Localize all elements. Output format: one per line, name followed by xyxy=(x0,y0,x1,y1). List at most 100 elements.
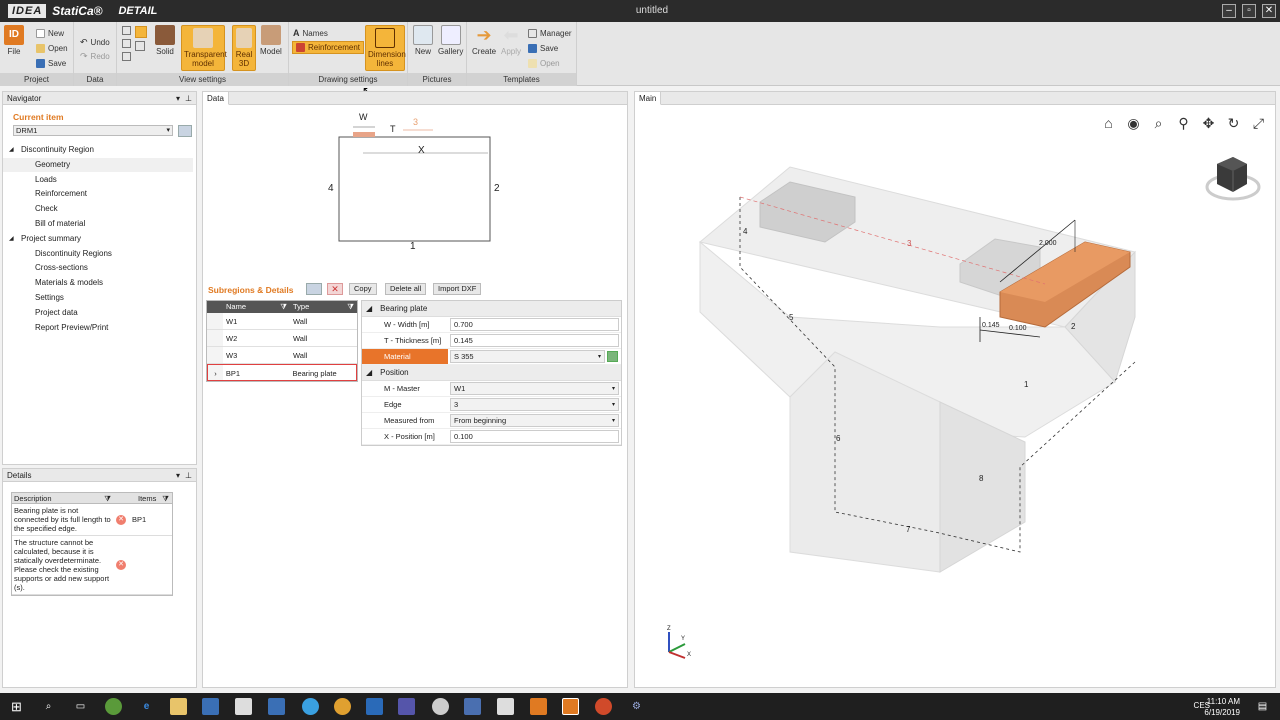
edge-select[interactable]: 3 ▾ xyxy=(450,398,619,411)
app-icon-navy[interactable] xyxy=(464,698,481,715)
pin-icon[interactable]: ⊥ xyxy=(185,92,192,105)
table-row[interactable]: W2 Wall xyxy=(207,330,357,347)
skype-icon[interactable] xyxy=(302,698,319,715)
zoom-icon[interactable]: ⚲ xyxy=(1175,115,1192,132)
save-app-icon[interactable] xyxy=(268,698,285,715)
import-dxf-button[interactable]: Import DXF xyxy=(433,283,482,295)
app-icon-blue[interactable] xyxy=(398,698,415,715)
redo-button[interactable]: ↷ Redo xyxy=(80,50,110,62)
gallery-button[interactable]: Gallery xyxy=(438,25,463,56)
outlook-icon[interactable] xyxy=(366,698,383,715)
thickness-input[interactable]: 0.145 xyxy=(450,334,619,347)
powerpoint-icon[interactable] xyxy=(595,698,612,715)
expand-icon[interactable]: ◢ xyxy=(9,232,14,246)
reinforcement-toggle[interactable]: Reinforcement xyxy=(292,41,365,54)
settings-gear-icon[interactable]: ⚙ xyxy=(628,698,645,715)
expand-icon[interactable]: ◢ xyxy=(9,143,14,157)
items-column-header[interactable]: Items ⧩ xyxy=(114,493,172,503)
new-picture-button[interactable]: New xyxy=(413,25,433,56)
tree-group[interactable]: ◢ Project summary xyxy=(3,232,193,246)
open-template-button[interactable]: Open xyxy=(528,57,560,69)
tree-item[interactable]: Check xyxy=(3,202,193,216)
transparent-model-button[interactable]: Transparent model xyxy=(181,25,227,71)
tree-item[interactable]: Materials & models xyxy=(3,276,193,290)
new-button[interactable]: New xyxy=(36,27,64,39)
tab-main[interactable]: Main xyxy=(635,92,662,105)
idea-statica-icon[interactable] xyxy=(530,698,547,715)
type-column-header[interactable]: Type ⧩ xyxy=(290,301,357,313)
save-template-button[interactable]: Save xyxy=(528,42,558,54)
real-3d-button[interactable]: Real 3D xyxy=(232,25,256,71)
tree-item[interactable]: Report Preview/Print xyxy=(3,321,193,335)
app-icon-green[interactable] xyxy=(105,698,122,715)
chrome-icon[interactable] xyxy=(334,698,351,715)
solid-button[interactable]: Solid xyxy=(155,25,175,56)
add-subregion-button[interactable] xyxy=(306,283,322,295)
position-section[interactable]: ◢ Position xyxy=(362,365,621,381)
apply-template-button[interactable]: ⬅ Apply xyxy=(501,25,521,56)
tree-item[interactable]: Geometry xyxy=(3,157,193,172)
windows-start-icon[interactable]: ⊞ xyxy=(8,698,25,715)
file-button[interactable]: ID File xyxy=(4,25,24,56)
tree-item[interactable]: Settings xyxy=(3,291,193,305)
filter-icon[interactable]: ⧩ xyxy=(162,493,169,504)
mail-icon[interactable] xyxy=(235,698,252,715)
tree-item[interactable]: Bill of material xyxy=(3,217,193,231)
dropdown-arrow-icon[interactable]: ▾ xyxy=(176,469,180,482)
names-button[interactable]: A Names xyxy=(293,27,328,39)
home-icon[interactable]: ⌂ xyxy=(1100,115,1117,132)
app-icon-light[interactable] xyxy=(497,698,514,715)
edge-browser-icon[interactable]: e xyxy=(138,698,155,715)
master-select[interactable]: W1 ▾ xyxy=(450,382,619,395)
current-item-select[interactable]: DRM1 ▾ xyxy=(13,125,173,136)
app-icon-grey[interactable] xyxy=(432,698,449,715)
store-icon[interactable] xyxy=(202,698,219,715)
pan-icon[interactable]: ✥ xyxy=(1200,115,1217,132)
add-item-button[interactable] xyxy=(178,125,192,137)
tree-item[interactable]: Cross-sections xyxy=(3,261,193,275)
task-view-icon[interactable]: ▭ xyxy=(72,698,89,715)
x-position-input[interactable]: 0.100 xyxy=(450,430,619,443)
dropdown-arrow-icon[interactable]: ▾ xyxy=(176,92,180,105)
select-icon[interactable] xyxy=(122,26,131,35)
filter-icon[interactable]: ⧩ xyxy=(280,301,287,313)
material-select[interactable]: S 355 ▾ xyxy=(450,350,605,363)
fullscreen-icon[interactable]: ⤢ xyxy=(1250,115,1267,132)
undo-button[interactable]: ↶ Undo xyxy=(80,36,110,48)
notifications-icon[interactable]: ▤ xyxy=(1254,698,1271,715)
delete-subregion-button[interactable]: ✕ xyxy=(327,283,343,295)
axes-icon[interactable] xyxy=(122,52,131,61)
table-row-selected[interactable]: › BP1 Bearing plate xyxy=(207,364,357,381)
table-row[interactable]: W3 Wall xyxy=(207,347,357,364)
filter-icon[interactable]: ⧩ xyxy=(104,493,111,504)
open-button[interactable]: Open xyxy=(36,42,68,54)
delete-all-button[interactable]: Delete all xyxy=(385,283,427,295)
cube-view-icon[interactable] xyxy=(135,41,145,51)
maximize-button[interactable]: ▫ xyxy=(1242,4,1256,18)
measured-from-select[interactable]: From beginning ▾ xyxy=(450,414,619,427)
tree-group[interactable]: ◢ Discontinuity Region xyxy=(3,143,193,157)
close-button[interactable]: ✕ xyxy=(1262,4,1276,18)
create-template-button[interactable]: ➔ Create xyxy=(472,25,496,56)
description-column-header[interactable]: Description ⧩ xyxy=(12,493,114,503)
collapse-icon[interactable]: ◢ xyxy=(366,365,372,380)
dimension-lines-button[interactable]: Dimension lines xyxy=(365,25,406,71)
eye-icon[interactable]: ◉ xyxy=(1125,115,1142,132)
file-explorer-icon[interactable] xyxy=(170,698,187,715)
wireframe-icon[interactable] xyxy=(122,39,131,48)
tree-item[interactable]: Reinforcement xyxy=(3,187,193,201)
bearing-plate-section[interactable]: ◢ Bearing plate xyxy=(362,301,621,317)
save-button[interactable]: Save xyxy=(36,57,66,69)
tab-data[interactable]: Data xyxy=(203,92,229,105)
pin-icon[interactable]: ⊥ xyxy=(185,469,192,482)
details-row[interactable]: The structure cannot be calculated, beca… xyxy=(12,536,172,595)
collapse-icon[interactable]: ◢ xyxy=(366,301,372,316)
active-view-icon[interactable] xyxy=(135,26,147,38)
tree-item[interactable]: Loads xyxy=(3,173,193,187)
3d-model-view[interactable] xyxy=(695,152,1175,602)
navigation-cube[interactable] xyxy=(1203,152,1263,207)
clock[interactable]: 11:10 AM 6/19/2019 xyxy=(1204,696,1240,718)
tree-item[interactable]: Project data xyxy=(3,306,193,320)
search-icon[interactable]: ⌕ xyxy=(40,698,57,715)
details-row[interactable]: Bearing plate is not connected by its fu… xyxy=(12,504,172,536)
